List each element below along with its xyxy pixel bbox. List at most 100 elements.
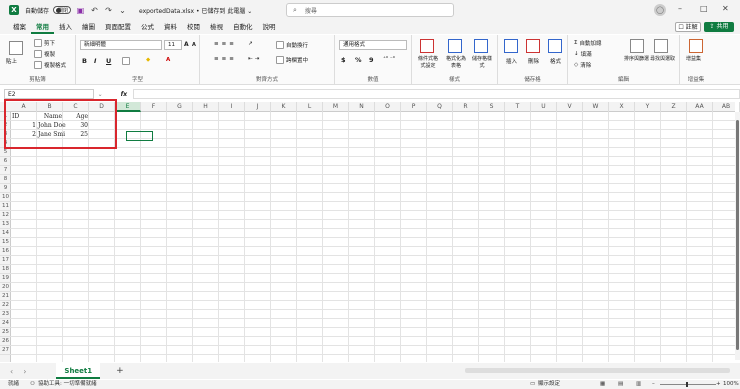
- align-left-icons[interactable]: ≡≡≡: [214, 56, 237, 62]
- row-header-24[interactable]: 24: [0, 319, 11, 328]
- redo-icon[interactable]: ↷: [104, 6, 113, 15]
- row-header-5[interactable]: 5: [0, 148, 11, 157]
- number-format-dropdown[interactable]: 通用格式: [339, 40, 407, 50]
- cut-button[interactable]: 剪下: [34, 39, 55, 47]
- tab-7[interactable]: 校閱: [182, 20, 205, 34]
- fill-button[interactable]: ↓ 填滿: [574, 50, 592, 58]
- horizontal-scrollbar[interactable]: [465, 368, 730, 373]
- column-header-G[interactable]: G: [167, 102, 193, 112]
- accessibility-icon[interactable]: ⚇: [30, 380, 35, 389]
- autosum-button[interactable]: Σ 自動加總: [574, 39, 602, 47]
- sheet-tab[interactable]: Sheet1: [56, 363, 101, 379]
- bold-button[interactable]: B: [82, 57, 87, 65]
- tab-3[interactable]: 繪圖: [77, 20, 100, 34]
- format-button[interactable]: 格式: [550, 57, 561, 65]
- column-header-W[interactable]: W: [583, 102, 609, 112]
- currency-button[interactable]: $: [341, 56, 346, 64]
- row-header-7[interactable]: 7: [0, 166, 11, 175]
- shrink-font-button[interactable]: A: [192, 42, 196, 48]
- column-header-N[interactable]: N: [349, 102, 375, 112]
- comment-button[interactable]: ☐ 註解: [675, 22, 701, 32]
- row-header-14[interactable]: 14: [0, 229, 11, 238]
- italic-button[interactable]: I: [94, 57, 96, 65]
- row-header-19[interactable]: 19: [0, 274, 11, 283]
- column-header-X[interactable]: X: [609, 102, 635, 112]
- row-header-9[interactable]: 9: [0, 184, 11, 193]
- save-icon[interactable]: ▣: [76, 6, 85, 15]
- row-header-25[interactable]: 25: [0, 328, 11, 337]
- find-select-button[interactable]: 尋找與選取: [650, 55, 676, 62]
- normal-view-icon[interactable]: ▦: [600, 380, 605, 389]
- tab-4[interactable]: 頁面配置: [100, 20, 136, 34]
- column-header-F[interactable]: F: [141, 102, 167, 112]
- undo-icon[interactable]: ↶: [90, 6, 99, 15]
- insert-cells-icon[interactable]: [504, 39, 518, 53]
- row-header-22[interactable]: 22: [0, 301, 11, 310]
- sort-filter-icon[interactable]: [630, 39, 644, 53]
- row-header-11[interactable]: 11: [0, 202, 11, 211]
- tab-10[interactable]: 說明: [258, 20, 281, 34]
- format-as-table-button[interactable]: 格式化為表格: [444, 55, 468, 69]
- percent-button[interactable]: %: [355, 56, 362, 64]
- column-header-E[interactable]: E: [115, 102, 141, 112]
- row-header-8[interactable]: 8: [0, 175, 11, 184]
- column-header-I[interactable]: I: [219, 102, 245, 112]
- row-header-15[interactable]: 15: [0, 238, 11, 247]
- column-header-U[interactable]: U: [531, 102, 557, 112]
- page-break-icon[interactable]: ▥: [636, 380, 641, 389]
- prev-sheet-icon[interactable]: ‹: [10, 367, 13, 376]
- row-header-21[interactable]: 21: [0, 292, 11, 301]
- column-header-H[interactable]: H: [193, 102, 219, 112]
- row-header-23[interactable]: 23: [0, 310, 11, 319]
- formula-input[interactable]: [133, 89, 740, 99]
- addins-icon[interactable]: [689, 39, 703, 53]
- insert-button[interactable]: 插入: [506, 57, 517, 65]
- row-header-12[interactable]: 12: [0, 211, 11, 220]
- cell-styles-icon[interactable]: [474, 39, 488, 53]
- row-header-27[interactable]: 27: [0, 346, 11, 355]
- grow-font-button[interactable]: A: [184, 41, 189, 48]
- display-settings-icon[interactable]: ▭: [530, 380, 535, 389]
- column-header-T[interactable]: T: [505, 102, 531, 112]
- align-top-icons[interactable]: ≡≡≡: [214, 41, 237, 47]
- add-sheet-icon[interactable]: +: [116, 366, 124, 376]
- zoom-in-icon[interactable]: +: [716, 380, 721, 389]
- close-icon[interactable]: ✕: [722, 4, 729, 13]
- tab-5[interactable]: 公式: [136, 20, 159, 34]
- tab-8[interactable]: 檢視: [205, 20, 228, 34]
- paste-button[interactable]: 貼上: [6, 57, 17, 65]
- row-header-26[interactable]: 26: [0, 337, 11, 346]
- name-box[interactable]: E2: [4, 89, 94, 99]
- column-header-O[interactable]: O: [375, 102, 401, 112]
- format-painter-button[interactable]: 複製格式: [34, 61, 66, 69]
- paste-icon[interactable]: [9, 41, 23, 55]
- row-header-18[interactable]: 18: [0, 265, 11, 274]
- fill-color-button[interactable]: ◆: [146, 57, 150, 63]
- page-layout-icon[interactable]: ▤: [618, 380, 623, 389]
- maximize-icon[interactable]: □: [700, 4, 708, 13]
- conditional-format-button[interactable]: 條件式格式設定: [416, 55, 440, 69]
- font-size-dropdown[interactable]: 11: [164, 40, 182, 50]
- zoom-slider-thumb[interactable]: [686, 382, 688, 387]
- tab-1[interactable]: 常用: [31, 20, 54, 34]
- column-header-Y[interactable]: Y: [635, 102, 661, 112]
- vertical-scroll-thumb[interactable]: [736, 120, 739, 350]
- addins-button[interactable]: 增益集: [686, 55, 708, 62]
- column-header-J[interactable]: J: [245, 102, 271, 112]
- zoom-out-icon[interactable]: –: [652, 380, 655, 389]
- cell-styles-button[interactable]: 儲存格樣式: [470, 55, 494, 69]
- display-settings[interactable]: 顯示設定: [538, 380, 560, 389]
- format-table-icon[interactable]: [448, 39, 462, 53]
- row-header-6[interactable]: 6: [0, 157, 11, 166]
- next-sheet-icon[interactable]: ›: [23, 367, 26, 376]
- column-header-K[interactable]: K: [271, 102, 297, 112]
- column-header-AB[interactable]: AB: [713, 102, 740, 112]
- account-avatar-icon[interactable]: ◯: [654, 4, 666, 16]
- find-select-icon[interactable]: [654, 39, 668, 53]
- column-header-Z[interactable]: Z: [661, 102, 687, 112]
- row-header-17[interactable]: 17: [0, 256, 11, 265]
- autosave-toggle[interactable]: 關閉: [53, 6, 72, 14]
- comma-button[interactable]: 9: [369, 56, 374, 64]
- cell-area[interactable]: ID Name Age 1 John Doe 30 2 Jane Smi 25: [11, 112, 735, 362]
- merge-center-button[interactable]: 跨欄置中: [276, 56, 308, 64]
